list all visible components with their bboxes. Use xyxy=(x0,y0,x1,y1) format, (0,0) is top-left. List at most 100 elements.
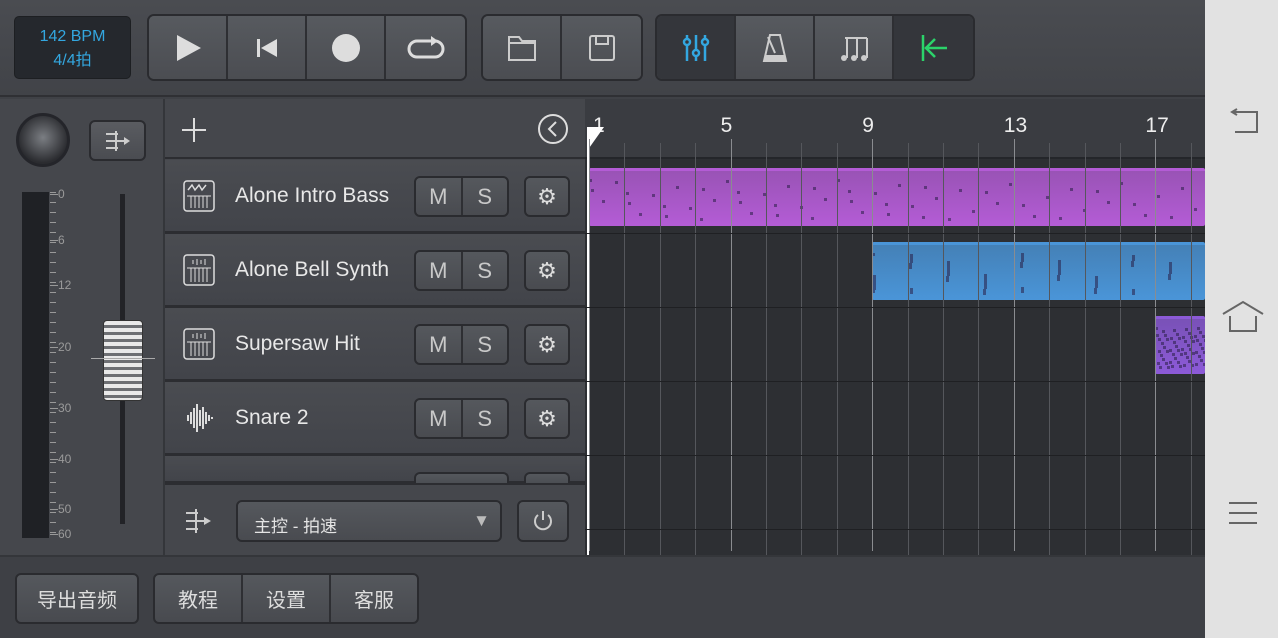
track-row[interactable]: Alone Bell Synth M S ⚙ xyxy=(165,234,585,308)
mixer-button[interactable] xyxy=(657,16,736,79)
save-button[interactable] xyxy=(562,16,641,79)
track-settings-button[interactable]: ⚙ xyxy=(524,176,570,217)
scale-tick xyxy=(50,372,56,373)
track-row-partial[interactable] xyxy=(165,456,585,486)
scale-tick xyxy=(50,362,56,363)
play-button[interactable] xyxy=(149,16,228,79)
lane-divider xyxy=(585,381,1205,382)
track-name: Snare 2 xyxy=(235,406,309,429)
lane-divider xyxy=(585,307,1205,308)
automation-routing-icon xyxy=(186,509,211,533)
mute-button[interactable]: M xyxy=(416,252,463,289)
folder-icon xyxy=(507,35,536,61)
grid-line xyxy=(1120,143,1121,555)
open-button[interactable] xyxy=(483,16,562,79)
track-settings-button[interactable]: ⚙ xyxy=(524,324,570,365)
automation-select[interactable]: 主控 - 拍速 ▼ xyxy=(236,500,502,542)
support-button[interactable]: 客服 xyxy=(331,575,417,622)
scale-tick xyxy=(50,432,56,433)
grid-line xyxy=(1049,143,1051,555)
record-button[interactable] xyxy=(307,16,386,79)
bar-ruler[interactable]: 1 5 9 13 17 xyxy=(585,99,1205,159)
tutorial-button[interactable]: 教程 xyxy=(155,575,243,622)
add-track-icon[interactable] xyxy=(181,117,207,143)
save-icon xyxy=(588,34,615,61)
home-icon[interactable] xyxy=(1221,300,1265,334)
track-settings-button[interactable]: ⚙ xyxy=(524,250,570,291)
grid-line xyxy=(801,143,803,555)
collapse-icon[interactable] xyxy=(537,113,569,145)
gear-icon: ⚙ xyxy=(537,257,557,283)
grid-line xyxy=(907,143,909,555)
chevron-down-icon: ▼ xyxy=(473,511,490,530)
track-row[interactable]: Snare 2 M S ⚙ xyxy=(165,382,585,456)
grid-line xyxy=(695,143,697,555)
scale-mark: 12 xyxy=(50,278,71,292)
lane-divider xyxy=(585,529,1205,530)
solo-button[interactable]: S xyxy=(463,178,508,215)
time-signature: 4/4拍 xyxy=(53,52,92,69)
metronome-button[interactable] xyxy=(736,16,815,79)
master-mixer: 0 6 12 20 30 40 50 60 xyxy=(0,99,165,555)
grid-line xyxy=(1190,143,1192,555)
solo-button[interactable]: S xyxy=(463,252,508,289)
rewind-button[interactable] xyxy=(228,16,307,79)
top-toolbar: 142 BPM 4/4拍 xyxy=(0,0,1205,97)
output-routing-button[interactable] xyxy=(89,120,146,161)
scale-tick xyxy=(50,212,56,213)
notes-button[interactable] xyxy=(815,16,894,79)
volume-fader[interactable] xyxy=(103,320,143,401)
mixer-icon xyxy=(682,34,709,61)
scale-tick xyxy=(50,332,56,333)
midi-clip[interactable] xyxy=(1155,316,1205,374)
track-name: Supersaw Hit xyxy=(235,332,360,355)
bar-number: 9 xyxy=(862,114,874,137)
return-to-start-button[interactable] xyxy=(894,16,973,79)
solo-button[interactable]: S xyxy=(463,326,508,363)
arrangement-timeline[interactable]: 1 5 9 13 17 xyxy=(585,99,1205,555)
scale-tick xyxy=(50,272,56,273)
menu-icon[interactable] xyxy=(1227,500,1259,526)
settings-button[interactable]: 设置 xyxy=(243,575,331,622)
track-row[interactable]: Alone Intro Bass M S ⚙ xyxy=(165,160,585,234)
scale-tick xyxy=(50,322,56,323)
automation-power-button[interactable] xyxy=(517,500,569,542)
lane-divider xyxy=(585,455,1205,456)
grid-line xyxy=(624,143,626,555)
track-name: Alone Bell Synth xyxy=(235,258,390,281)
midi-clip[interactable] xyxy=(589,168,1205,226)
tempo-display[interactable]: 142 BPM 4/4拍 xyxy=(14,16,131,79)
scale-tick xyxy=(50,262,56,263)
solo-button[interactable]: S xyxy=(463,400,508,437)
level-meter xyxy=(22,192,49,538)
mute-button[interactable]: M xyxy=(416,400,463,437)
mute-button[interactable]: M xyxy=(416,326,463,363)
grid-line xyxy=(659,143,661,555)
track-list-header xyxy=(165,99,585,159)
grid-line xyxy=(978,143,980,555)
grid-line xyxy=(1155,139,1157,551)
scale-mark: 30 xyxy=(50,401,71,415)
scale-tick xyxy=(50,482,56,483)
scale-label: 12 xyxy=(58,278,72,292)
export-audio-button[interactable]: 导出音频 xyxy=(15,573,139,624)
metronome-icon xyxy=(762,33,787,62)
scale-tick xyxy=(50,422,56,423)
scale-label: 30 xyxy=(58,401,72,415)
scale-tick xyxy=(50,492,56,493)
scale-tick xyxy=(50,472,56,473)
automation-bar: 主控 - 拍速 ▼ xyxy=(165,483,585,555)
grid-line xyxy=(1084,143,1086,555)
power-icon xyxy=(534,511,552,531)
bottom-bar: 导出音频 教程 设置 客服 xyxy=(0,555,1205,638)
track-settings-button[interactable]: ⚙ xyxy=(524,398,570,439)
scale-mark: 6 xyxy=(50,233,65,247)
mute-button[interactable]: M xyxy=(416,178,463,215)
export-audio-label: 导出音频 xyxy=(37,590,117,612)
pan-knob[interactable] xyxy=(16,113,70,167)
scale-tick xyxy=(50,292,56,293)
track-row[interactable]: Supersaw Hit M S ⚙ xyxy=(165,308,585,382)
synth-keyboard-icon xyxy=(183,180,215,212)
back-icon[interactable] xyxy=(1227,108,1261,136)
loop-button[interactable] xyxy=(386,16,465,79)
